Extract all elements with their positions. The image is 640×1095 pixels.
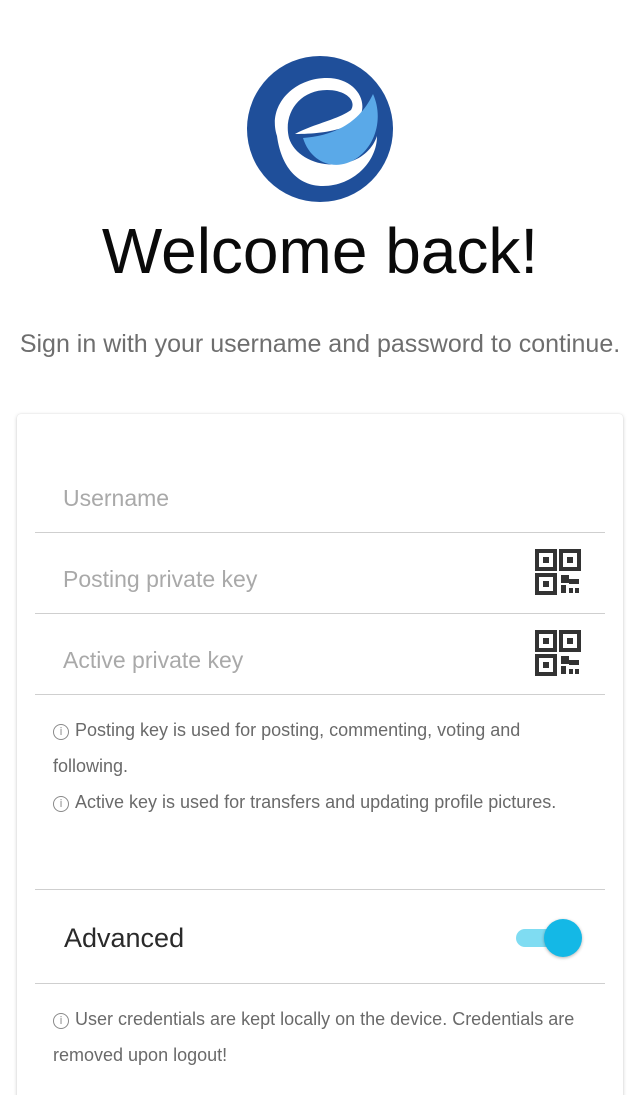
advanced-label: Advanced xyxy=(64,923,185,953)
active-key-info: i Active key is used for transfers and up… xyxy=(53,784,593,820)
login-card: iPosting key is used for posting, commen… xyxy=(17,414,623,1095)
divider xyxy=(35,889,605,890)
credentials-info-text: User credentials are kept locally on the… xyxy=(53,1009,575,1065)
login-screen: Welcome back! Sign in with your username… xyxy=(0,0,640,1095)
active-key-input[interactable] xyxy=(63,640,503,680)
username-field-row xyxy=(35,452,605,533)
page-title: Welcome back! xyxy=(101,215,539,287)
active-key-field-row xyxy=(35,614,605,695)
key-info-text: i Posting key is used for posting, commen… xyxy=(53,712,593,820)
info-icon: i xyxy=(53,724,69,740)
toggle-thumb xyxy=(544,919,582,957)
posting-key-field-row xyxy=(35,533,605,614)
ecency-logo-icon xyxy=(247,56,393,202)
username-input[interactable] xyxy=(63,478,503,518)
advanced-toggle[interactable] xyxy=(516,919,582,957)
credentials-info-line: i User credentials are kept locally on th… xyxy=(53,1001,593,1073)
info-icon: i xyxy=(53,1013,69,1029)
divider xyxy=(35,983,605,984)
qr-code-icon[interactable] xyxy=(535,549,581,595)
credentials-info: i User credentials are kept locally on th… xyxy=(53,1001,593,1073)
info-icon: i xyxy=(53,796,69,812)
qr-code-icon[interactable] xyxy=(535,630,581,676)
active-key-info-text: Active key is used for transfers and upd… xyxy=(75,792,557,812)
posting-key-info-text: Posting key is used for posting, comment… xyxy=(53,720,521,776)
posting-key-input[interactable] xyxy=(63,559,503,599)
posting-key-info: i Posting key is used for posting, commen… xyxy=(53,712,593,784)
page-subtitle: Sign in with your username and password … xyxy=(19,330,621,358)
